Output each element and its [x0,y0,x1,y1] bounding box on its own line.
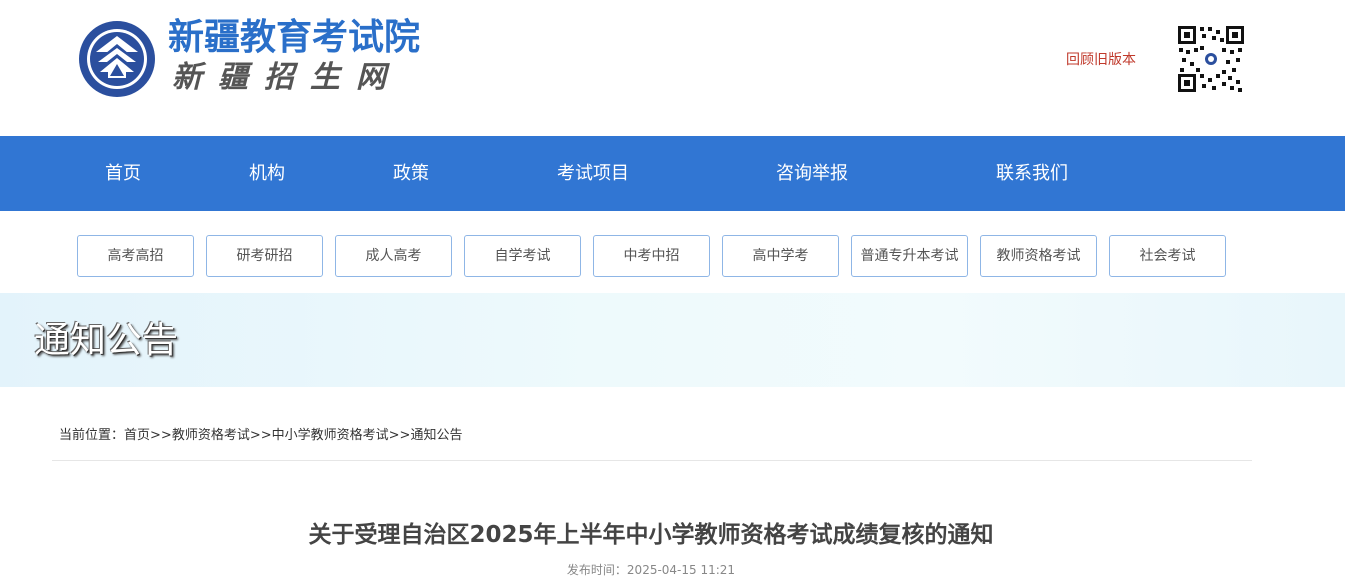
site-title: 新疆教育考试院 [168,17,421,58]
page: 新疆教育考试院 新疆招生网 回顾旧版本 首页 机构 政策 考试项目 咨询举报 联… [0,0,1345,586]
breadcrumb-item-teacher-cert[interactable]: 教师资格考试 [172,428,250,443]
subnav-adult-exam-button[interactable]: 成人高考 [335,235,452,277]
subnav-teacher-cert-button[interactable]: 教师资格考试 [980,235,1097,277]
main-nav: 首页 机构 政策 考试项目 咨询举报 联系我们 [0,136,1345,211]
subnav-upgrade-exam-button[interactable]: 普通专升本考试 [851,235,968,277]
exam-category-nav: 高考高招 研考研招 成人高考 自学考试 中考中招 高中学考 普通专升本考试 教师… [0,211,1345,293]
subnav-self-study-button[interactable]: 自学考试 [464,235,581,277]
site-subtitle: 新疆招生网 [172,60,402,95]
publish-time: 发布时间：2025-04-15 11:21 [566,563,736,577]
breadcrumb-item-k12-teacher-cert[interactable]: 中小学教师资格考试 [272,428,389,443]
banner-title: 通知公告 [34,320,179,361]
nav-item-policy[interactable]: 政策 [393,136,429,211]
subnav-zhongkao-button[interactable]: 中考中招 [593,235,710,277]
nav-item-contact-us[interactable]: 联系我们 [996,136,1068,211]
breadcrumb-divider [52,460,1252,461]
subnav-academic-test-button[interactable]: 高中学考 [722,235,839,277]
article-title: 关于受理自治区2025年上半年中小学教师资格考试成绩复核的通知 [308,522,994,548]
site-header: 新疆教育考试院 新疆招生网 回顾旧版本 [0,0,1345,136]
breadcrumb-separator: >> [150,428,172,443]
nav-item-inquiry-report[interactable]: 咨询举报 [776,136,848,211]
nav-item-exam-projects[interactable]: 考试项目 [557,136,629,211]
nav-item-organization[interactable]: 机构 [249,136,285,211]
nav-item-home[interactable]: 首页 [105,136,141,211]
subnav-social-exam-button[interactable]: 社会考试 [1109,235,1226,277]
xjeea-emblem-icon[interactable] [78,20,156,98]
breadcrumb-separator: >> [249,428,272,443]
qr-code-icon [1176,24,1246,94]
subnav-postgrad-button[interactable]: 研考研招 [206,235,323,277]
breadcrumb-prefix: 当前位置： [59,428,125,443]
subnav-gaokao-button[interactable]: 高考高招 [77,235,194,277]
breadcrumb: 当前位置：首页>>教师资格考试>>中小学教师资格考试>>通知公告 [59,427,462,445]
section-banner: 通知公告 [0,293,1345,387]
breadcrumb-separator: >> [388,428,411,443]
breadcrumb-item-notices[interactable]: 通知公告 [410,428,462,443]
old-version-link[interactable]: 回顾旧版本 [1066,50,1136,70]
breadcrumb-item-home[interactable]: 首页 [124,428,150,443]
